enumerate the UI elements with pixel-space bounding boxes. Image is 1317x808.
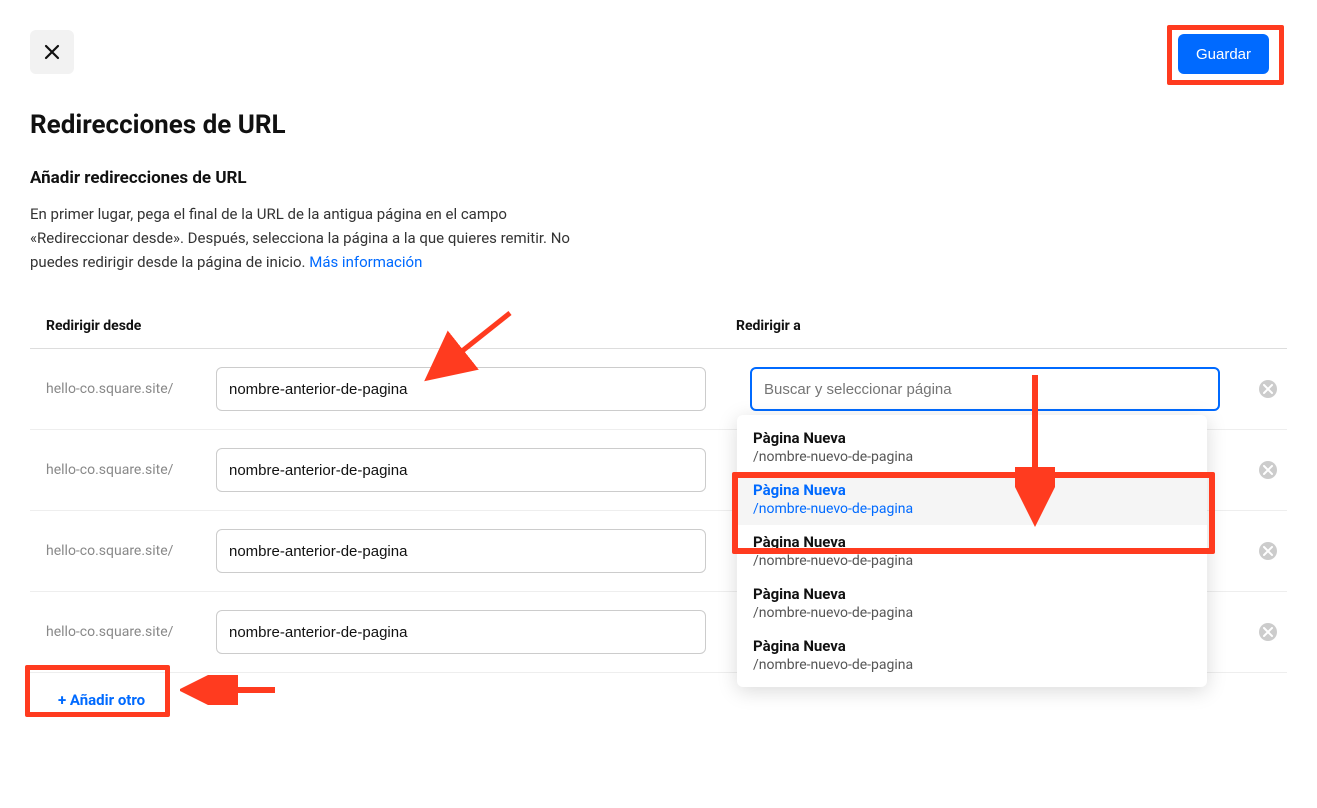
close-icon: [1263, 384, 1273, 394]
remove-row-button[interactable]: [1259, 380, 1277, 398]
section-description: En primer lugar, pega el final de la URL…: [30, 202, 570, 274]
dropdown-option-title: Pàgina Nueva: [753, 429, 1191, 447]
site-base-label: hello-co.square.site/: [46, 624, 196, 640]
dropdown-option[interactable]: Pàgina Nueva /nombre-nuevo-de-pagina: [737, 421, 1207, 473]
dropdown-option-title: Pàgina Nueva: [753, 481, 1191, 499]
save-button[interactable]: Guardar: [1178, 34, 1269, 74]
dropdown-option-title: Pàgina Nueva: [753, 533, 1191, 551]
dropdown-option[interactable]: Pàgina Nueva /nombre-nuevo-de-pagina: [737, 577, 1207, 629]
close-icon: [1263, 627, 1273, 637]
add-another-button[interactable]: + Añadir otro: [46, 683, 157, 717]
page-title: Redirecciones de URL: [30, 110, 1287, 140]
remove-row-button[interactable]: [1259, 542, 1277, 560]
dropdown-option-path: /nombre-nuevo-de-pagina: [753, 449, 1191, 465]
close-button[interactable]: [30, 30, 74, 74]
redirect-from-input[interactable]: [216, 448, 706, 492]
close-icon: [44, 44, 60, 60]
dropdown-option-path: /nombre-nuevo-de-pagina: [753, 501, 1191, 517]
dropdown-option-title: Pàgina Nueva: [753, 585, 1191, 603]
section-subtitle: Añadir redirecciones de URL: [30, 168, 1287, 188]
site-base-label: hello-co.square.site/: [46, 462, 196, 478]
dropdown-option[interactable]: Pàgina Nueva /nombre-nuevo-de-pagina: [737, 629, 1207, 681]
close-icon: [1263, 546, 1273, 556]
redirect-from-input[interactable]: [216, 529, 706, 573]
dropdown-option-title: Pàgina Nueva: [753, 637, 1191, 655]
remove-row-button[interactable]: [1259, 461, 1277, 479]
column-header-from: Redirigir desde: [46, 318, 736, 334]
redirect-from-input[interactable]: [216, 610, 706, 654]
dropdown-option-path: /nombre-nuevo-de-pagina: [753, 657, 1191, 673]
redirect-from-input[interactable]: [216, 367, 706, 411]
dropdown-option[interactable]: Pàgina Nueva /nombre-nuevo-de-pagina: [737, 473, 1207, 525]
site-base-label: hello-co.square.site/: [46, 543, 196, 559]
dropdown-option-path: /nombre-nuevo-de-pagina: [753, 605, 1191, 621]
close-icon: [1263, 465, 1273, 475]
column-header-to: Redirigir a: [736, 318, 1287, 334]
dropdown-option[interactable]: Pàgina Nueva /nombre-nuevo-de-pagina: [737, 525, 1207, 577]
more-info-link[interactable]: Más información: [309, 253, 422, 271]
dropdown-option-path: /nombre-nuevo-de-pagina: [753, 553, 1191, 569]
remove-row-button[interactable]: [1259, 623, 1277, 641]
page-select-dropdown: Pàgina Nueva /nombre-nuevo-de-pagina Pàg…: [737, 415, 1207, 687]
site-base-label: hello-co.square.site/: [46, 381, 196, 397]
redirect-to-search[interactable]: [750, 367, 1220, 411]
description-text: En primer lugar, pega el final de la URL…: [30, 205, 570, 271]
